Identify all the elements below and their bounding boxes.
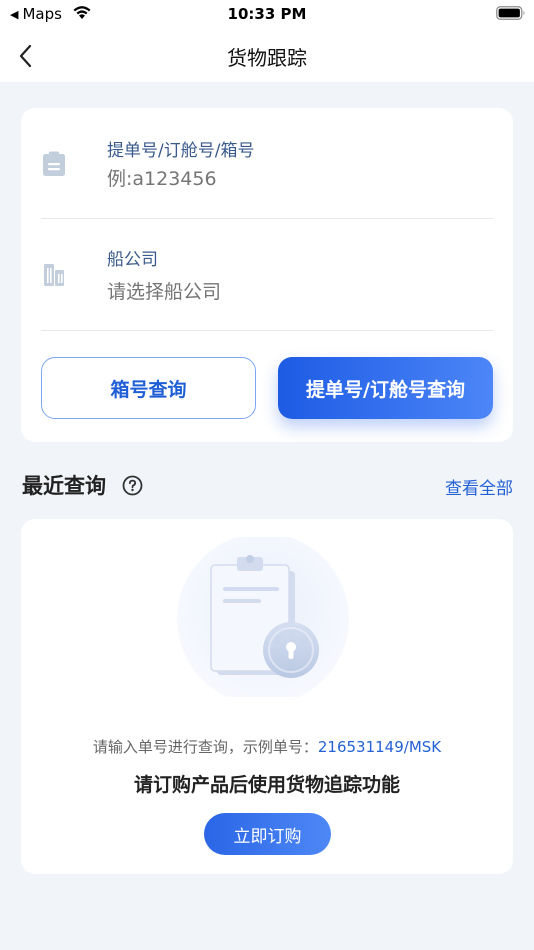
empty-state-card: 请输入单号进行查询，示例单号：216531149/MSK 请订购产品后使用货物追… — [21, 519, 513, 874]
clock: 10:33 PM — [227, 5, 307, 23]
query-hint-text: 请输入单号进行查询，示例单号： — [92, 738, 318, 756]
locked-clipboard-illustration — [177, 537, 349, 697]
page-title: 货物跟踪 — [227, 46, 307, 70]
carrier-label: 船公司 — [107, 250, 158, 270]
order-now-button[interactable]: 立即订购 — [204, 813, 331, 855]
status-bar: ◀ Maps 10:33 PM — [0, 0, 534, 30]
tracking-number-label: 提单号/订舱号/箱号 — [107, 141, 255, 161]
clipboard-icon — [43, 151, 65, 176]
question-circle-icon[interactable] — [122, 475, 143, 496]
query-hint: 请输入单号进行查询，示例单号：216531149/MSK — [21, 736, 513, 757]
recent-queries-title: 最近查询 — [22, 474, 106, 498]
bl-booking-query-button[interactable]: 提单号/订舱号查询 — [278, 357, 493, 419]
carrier-field[interactable]: 船公司 — [41, 219, 493, 331]
subscription-required-message: 请订购产品后使用货物追踪功能 — [133, 774, 400, 796]
view-all-link[interactable]: 查看全部 — [445, 474, 513, 499]
tracking-number-input[interactable] — [107, 168, 467, 190]
carrier-select[interactable] — [107, 281, 467, 303]
search-card: 提单号/订舱号/箱号 船公司 箱号查询 提单号/订舱号查询 — [21, 108, 513, 442]
divider — [41, 330, 493, 331]
sample-number-link[interactable]: 216531149/MSK — [318, 738, 441, 756]
tracking-number-field[interactable]: 提单号/订舱号/箱号 — [41, 108, 493, 219]
battery-icon — [496, 6, 525, 20]
container-query-button[interactable]: 箱号查询 — [41, 357, 256, 419]
building-icon — [44, 264, 64, 286]
navigation-bar: 货物跟踪 — [0, 30, 534, 82]
